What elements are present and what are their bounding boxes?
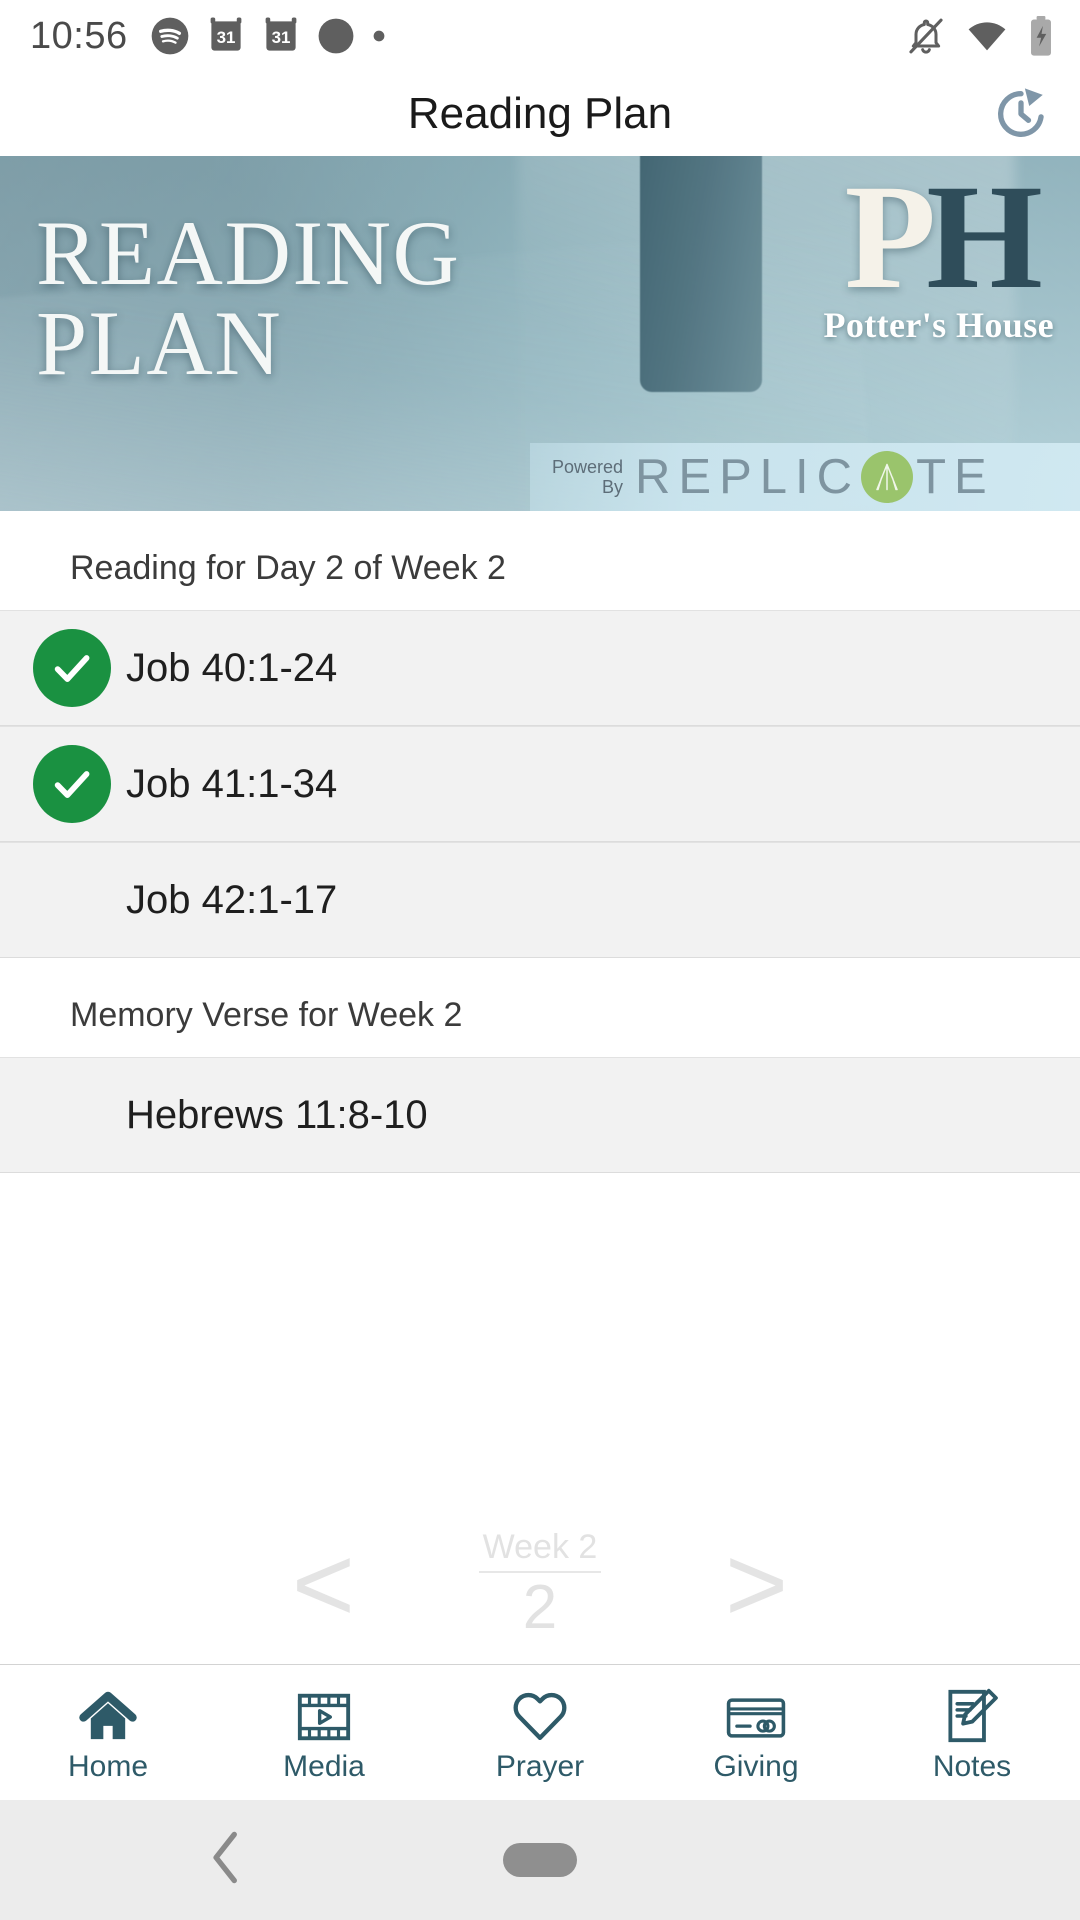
replicate-text-post: TE (916, 450, 995, 504)
memory-verse-section-label: Memory Verse for Week 2 (0, 958, 1080, 1057)
app-bar: Reading Plan (0, 72, 1080, 156)
memory-verse-item[interactable]: Hebrews 11:8-10 (0, 1057, 1080, 1173)
check-icon (54, 771, 90, 798)
banner-title-line2: PLAN (36, 292, 283, 395)
tab-label-home: Home (67, 1749, 149, 1783)
potters-house-logo: PH Potter's House (823, 162, 1054, 346)
replicate-leaf-icon (861, 451, 914, 503)
reading-list-item[interactable]: Job 41:1-34 (0, 726, 1080, 842)
banner-coffee-cup (640, 156, 762, 392)
tab-media[interactable]: Media (216, 1665, 432, 1800)
spotify-icon (151, 17, 188, 55)
calendar-icon: 31 (210, 17, 241, 51)
reading-reference: Job 41:1-34 (126, 761, 338, 806)
reading-checkbox[interactable] (26, 861, 118, 939)
memory-verse-reference: Hebrews 11:8-10 (126, 1092, 428, 1137)
tab-notes[interactable]: Notes (864, 1665, 1080, 1800)
note-pencil-icon (944, 1682, 1000, 1744)
reading-reference: Job 42:1-17 (126, 877, 338, 922)
logo-letter-h: H (926, 156, 1043, 320)
tab-prayer[interactable]: Prayer (432, 1665, 648, 1800)
week-indicator: Week 2 2 (465, 1528, 615, 1640)
replicate-wordmark: REPLIC TE (635, 449, 995, 505)
powered-by-line1: Powered (552, 456, 624, 477)
film-icon (295, 1682, 353, 1744)
tab-label-media: Media (283, 1749, 365, 1783)
banner-title-line1: READING (36, 202, 461, 304)
ph-monogram: PH (823, 162, 1054, 312)
reading-list-item[interactable]: Job 42:1-17 (0, 842, 1080, 958)
battery-charging-icon (1031, 16, 1051, 56)
check-circle-unchecked (33, 861, 111, 939)
credit-card-icon (725, 1682, 787, 1744)
check-circle-checked (33, 629, 111, 707)
week-number: 2 (522, 1572, 558, 1642)
check-icon (54, 655, 90, 682)
powered-by-replicate: Powered By REPLIC TE (530, 443, 1080, 511)
calendar-icon: 31 (265, 17, 296, 51)
status-notification-icons: 31 31 (150, 16, 386, 56)
notifications-silenced-icon (909, 18, 943, 54)
next-week-button[interactable]: > (725, 1529, 788, 1638)
reading-list-item[interactable]: Job 40:1-24 (0, 610, 1080, 726)
svg-text:31: 31 (271, 28, 290, 47)
banner-title: READING PLAN (36, 202, 461, 395)
reading-checkbox[interactable] (26, 745, 118, 823)
phone-screen: 10:56 31 31 Reading Plan READING PLAN PH… (0, 0, 1080, 1920)
powered-by-line2: By (602, 477, 624, 497)
tab-giving[interactable]: Giving (648, 1665, 864, 1800)
tab-label-notes: Notes (932, 1749, 1012, 1783)
home-icon (78, 1682, 138, 1744)
back-chevron-icon[interactable] (210, 1831, 244, 1890)
svg-text:31: 31 (216, 28, 235, 47)
heart-icon (509, 1682, 571, 1744)
history-restore-button[interactable] (990, 83, 1052, 145)
previous-week-button[interactable]: < (292, 1529, 355, 1638)
check-circle-checked (33, 745, 111, 823)
powered-by-text: Powered By (552, 457, 623, 497)
history-restore-icon (998, 88, 1044, 137)
wifi-icon (968, 22, 1006, 51)
reading-reference: Job 40:1-24 (126, 645, 338, 690)
status-clock: 10:56 (30, 14, 128, 57)
reading-section-label: Reading for Day 2 of Week 2 (0, 511, 1080, 610)
tab-label-prayer: Prayer (495, 1749, 585, 1783)
reading-plan-banner: READING PLAN PH Potter's House Powered B… (0, 156, 1080, 511)
page-title: Reading Plan (407, 89, 673, 138)
bottom-tab-bar: Home Media Prayer Giving Notes (0, 1664, 1080, 1800)
week-navigation: < Week 2 2 > (0, 1528, 1080, 1640)
android-navigation-bar (0, 1800, 1080, 1920)
week-label: Week 2 (478, 1528, 602, 1573)
church-name: Potter's House (823, 305, 1054, 345)
replicate-text-pre: REPLIC (635, 450, 861, 504)
tab-label-giving: Giving (713, 1749, 799, 1783)
reading-checkbox[interactable] (26, 629, 118, 707)
home-pill-icon[interactable] (503, 1843, 577, 1877)
logo-letter-p: P (844, 156, 937, 320)
main-content: Reading for Day 2 of Week 2 Job 40:1-24 (0, 511, 1080, 1664)
status-bar: 10:56 31 31 (0, 0, 1080, 72)
dot-notification-icon (373, 30, 384, 42)
status-system-icons (906, 15, 1054, 57)
circle-notification-icon (318, 18, 354, 54)
tab-home[interactable]: Home (0, 1665, 216, 1800)
